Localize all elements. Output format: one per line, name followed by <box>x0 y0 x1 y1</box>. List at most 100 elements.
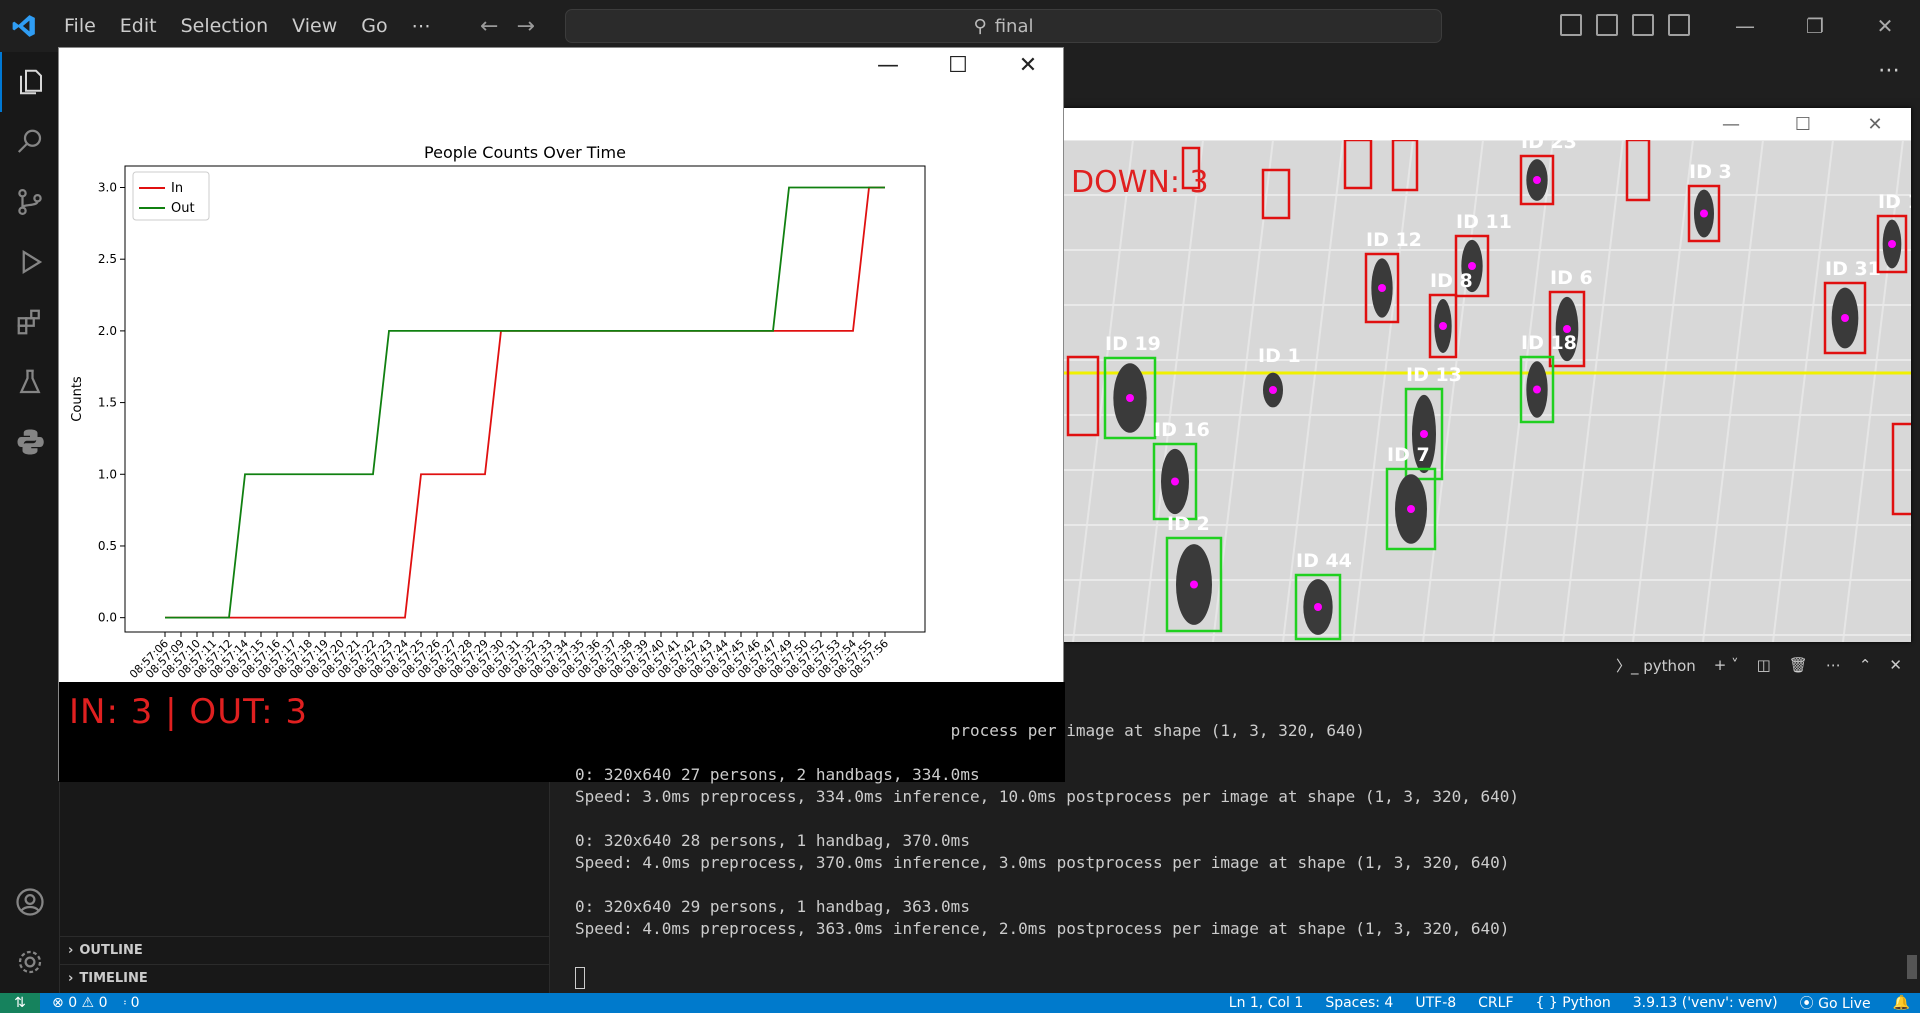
track-label: ID 13 <box>1406 364 1462 386</box>
error-count: 0 <box>68 995 78 1011</box>
toggle-panel-icon[interactable] <box>1596 14 1618 36</box>
search-icon: ⚲ <box>973 15 987 37</box>
menu-item-2[interactable]: Selection <box>169 0 281 52</box>
down-count: DOWN: 3 <box>1071 165 1209 200</box>
plot-window-titlebar: — ☐ ✕ <box>59 48 1063 82</box>
indentation[interactable]: Spaces: 4 <box>1325 995 1393 1011</box>
y-tick-label: 2.0 <box>98 324 117 338</box>
forward-arrow-icon[interactable]: → <box>516 14 534 39</box>
video-window[interactable]: — ☐ ✕ ID 23 ID 3 ID 12 ID 11 ID 8 ID 6 ID 18 ID… <box>1063 108 1911 642</box>
terminal-line: process per image at shape (1, 3, 320, 6… <box>575 721 1365 740</box>
extensions-icon[interactable] <box>0 292 60 352</box>
y-tick-label: 3.0 <box>98 181 117 195</box>
more-icon[interactable]: ⋯ <box>1826 656 1841 674</box>
notifications-bell-icon[interactable]: 🔔 <box>1893 995 1910 1011</box>
problems-status[interactable]: ⊗ 0 ⚠ 0 <box>52 995 107 1011</box>
maximize-panel-icon[interactable]: ⌃ <box>1859 656 1872 674</box>
ports-status[interactable]: 𝄈 0 <box>123 995 139 1011</box>
panel-toolbar: 〉_ python + ˅ ◫ 🗑 ⋯ ⌃ ✕ <box>550 645 1920 685</box>
timeline-section[interactable]: › TIMELINE <box>60 964 550 992</box>
menu-item-3[interactable]: View <box>280 0 349 52</box>
track-label: ID 12 <box>1366 229 1422 251</box>
track-label: ID 2 <box>1167 513 1210 535</box>
line-ending[interactable]: CRLF <box>1478 995 1513 1011</box>
remote-icon[interactable]: ⇅ <box>0 993 40 1013</box>
cursor-position[interactable]: Ln 1, Col 1 <box>1229 995 1304 1011</box>
terminal-line: Speed: 3.0ms preprocess, 334.0ms inferen… <box>575 787 1520 806</box>
split-terminal-icon[interactable]: ◫ <box>1757 656 1771 674</box>
terminal-output[interactable]: process per image at shape (1, 3, 320, 6… <box>575 720 1875 940</box>
language-mode[interactable]: { } Python <box>1536 995 1611 1011</box>
menu-item-5[interactable]: ⋯ <box>400 0 443 52</box>
track-label: ID 18 <box>1521 332 1577 354</box>
track-label: ID 16 <box>1154 419 1210 441</box>
menu-bar: File Edit Selection View Go ⋯ <box>52 0 443 52</box>
kill-terminal-icon[interactable]: 🗑 <box>1789 656 1808 674</box>
settings-gear-icon[interactable] <box>0 932 60 992</box>
track-label: ID 7 <box>1387 444 1430 466</box>
track-label: ID 8 <box>1430 270 1473 292</box>
video-window-titlebar: — ☐ ✕ <box>1063 108 1911 140</box>
y-tick-label: 2.5 <box>98 252 117 266</box>
testing-icon[interactable] <box>0 352 60 412</box>
plot-minimize-icon[interactable]: — <box>853 53 923 78</box>
customize-layout-icon[interactable] <box>1668 14 1690 36</box>
terminal-line: 0: 320x640 28 persons, 1 handbag, 370.0m… <box>575 831 970 850</box>
terminal-line: Speed: 4.0ms preprocess, 370.0ms inferen… <box>575 853 1510 872</box>
explorer-icon[interactable] <box>0 52 60 112</box>
warning-count: 0 <box>98 995 108 1011</box>
track-label: ID 44 <box>1296 550 1352 572</box>
search-icon[interactable] <box>0 112 60 172</box>
terminal-line: 0: 320x640 27 persons, 2 handbags, 334.0… <box>575 765 980 784</box>
python-interpreter[interactable]: 3.9.13 ('venv': venv) <box>1633 995 1778 1011</box>
plot-close-icon[interactable]: ✕ <box>993 53 1063 78</box>
track-label: ID 1 <box>1258 345 1301 367</box>
track-label: ID 3 <box>1689 161 1732 183</box>
command-center-search[interactable]: ⚲ final <box>565 9 1442 43</box>
timeline-label: TIMELINE <box>79 971 148 986</box>
more-actions-icon[interactable]: ⋯ <box>1878 58 1900 83</box>
video-minimize-icon[interactable]: — <box>1695 114 1767 135</box>
track-label: ID 6 <box>1550 267 1593 289</box>
status-bar: ⇅ ⊗ 0 ⚠ 0 𝄈 0 Ln 1, Col 1 Spaces: 4 UTF-… <box>0 993 1920 1013</box>
activity-bar <box>0 52 60 993</box>
y-tick-label: 1.0 <box>98 467 117 481</box>
new-terminal-icon[interactable]: + ˅ <box>1714 656 1739 674</box>
close-panel-icon[interactable]: ✕ <box>1889 656 1902 674</box>
run-debug-icon[interactable] <box>0 232 60 292</box>
toggle-secondary-sidebar-icon[interactable] <box>1632 14 1654 36</box>
shell-name: python <box>1643 656 1696 675</box>
menu-item-0[interactable]: File <box>52 0 108 52</box>
python-icon[interactable] <box>0 412 60 472</box>
restore-icon[interactable]: ❐ <box>1780 0 1850 52</box>
terminal-cursor <box>575 967 585 989</box>
chevron-right-icon: › <box>68 971 74 986</box>
chart-title: People Counts Over Time <box>424 143 626 162</box>
source-control-icon[interactable] <box>0 172 60 232</box>
account-icon[interactable] <box>0 872 60 932</box>
chevron-right-icon: › <box>68 943 74 958</box>
minimize-icon[interactable]: — <box>1710 0 1780 52</box>
outline-section[interactable]: › OUTLINE <box>60 936 550 964</box>
language-label: Python <box>1562 995 1611 1011</box>
menu-item-4[interactable]: Go <box>349 0 399 52</box>
outline-label: OUTLINE <box>79 943 143 958</box>
close-icon[interactable]: ✕ <box>1850 0 1920 52</box>
terminal-scrollbar[interactable] <box>1907 955 1917 979</box>
y-tick-label: 1.5 <box>98 396 117 410</box>
y-tick-label: 0.0 <box>98 611 117 625</box>
vscode-logo-icon <box>0 0 48 52</box>
video-close-icon[interactable]: ✕ <box>1839 114 1911 135</box>
video-maximize-icon[interactable]: ☐ <box>1767 114 1839 135</box>
terminal-line: Speed: 4.0ms preprocess, 363.0ms inferen… <box>575 919 1510 938</box>
encoding[interactable]: UTF-8 <box>1415 995 1456 1011</box>
track-label: ID 23 <box>1521 140 1577 153</box>
plot-maximize-icon[interactable]: ☐ <box>923 53 993 78</box>
toggle-primary-sidebar-icon[interactable] <box>1560 14 1582 36</box>
port-count: 0 <box>130 995 140 1011</box>
terminal-shell-label[interactable]: 〉_ python <box>1616 655 1696 676</box>
go-live-button[interactable]: ⦿ Go Live <box>1800 993 1871 1013</box>
back-arrow-icon[interactable]: ← <box>480 14 498 39</box>
menu-item-1[interactable]: Edit <box>108 0 169 52</box>
